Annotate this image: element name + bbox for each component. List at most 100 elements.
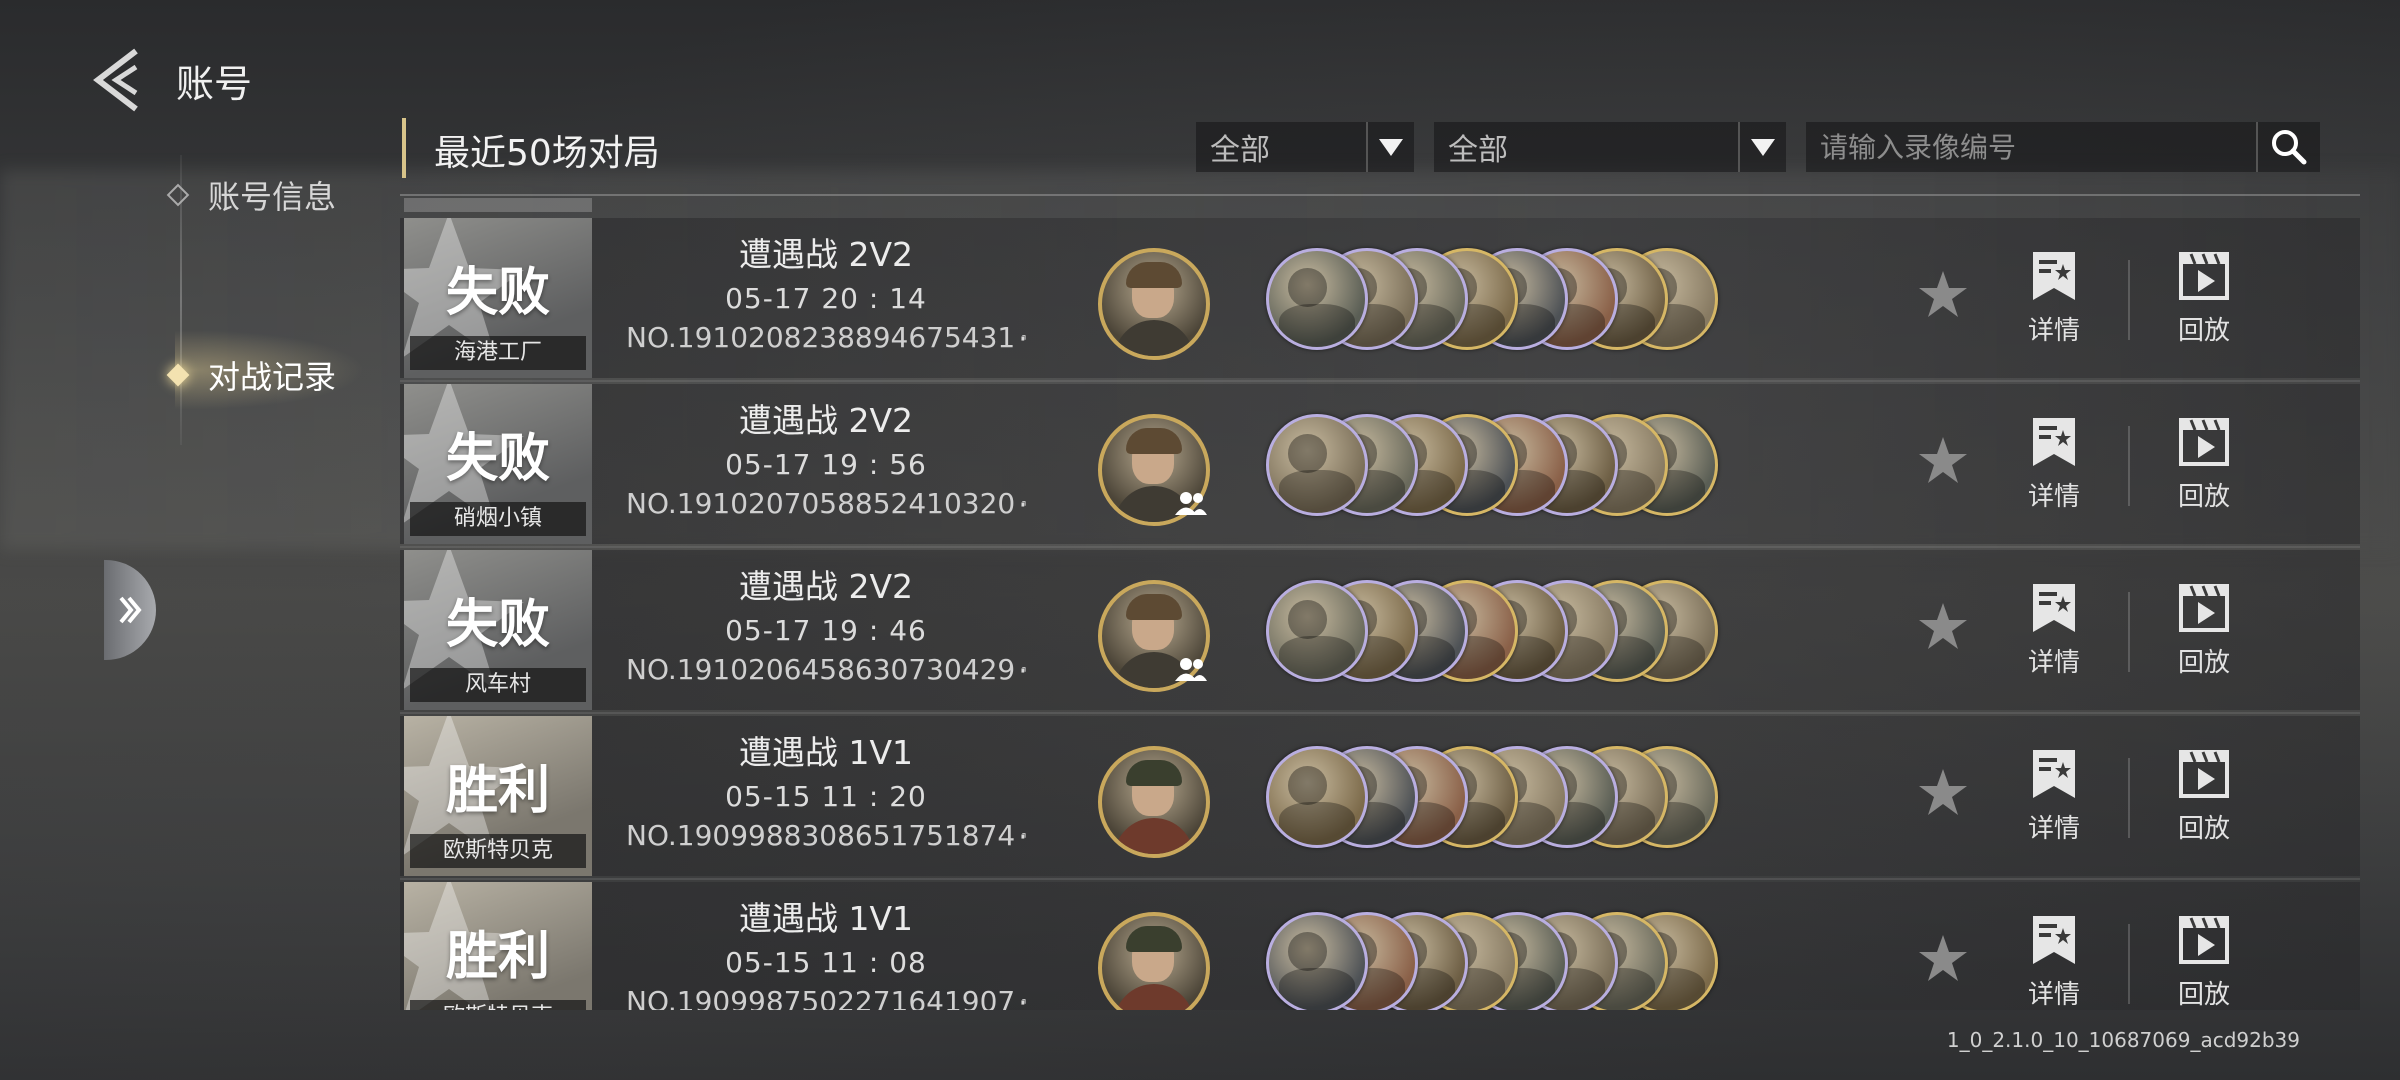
replay-button[interactable]: 回放 (2154, 582, 2254, 679)
diamond-icon (166, 183, 190, 207)
details-button[interactable]: 详情 (2004, 582, 2104, 679)
row-divider (400, 546, 2360, 548)
replay-number: NO.1910207058852410320 (626, 487, 1016, 520)
match-row[interactable]: 失败 风车村 遭遇战 2V2 05-17 19 : 46 NO.19102064… (400, 550, 2360, 714)
header-divider (400, 194, 2360, 196)
filter-select-value: 全部 (1210, 133, 1270, 168)
unit-deck (1266, 912, 1866, 1010)
sidebar-item-battle-records[interactable]: 对战记录 (166, 352, 337, 398)
replay-button[interactable]: 回放 (2154, 748, 2254, 845)
replay-id-input[interactable] (1806, 129, 2256, 165)
details-button[interactable]: 详情 (2004, 416, 2104, 513)
details-button[interactable]: 详情 (2004, 748, 2104, 845)
unit-deck (1266, 248, 1866, 352)
match-result: 失败 (445, 263, 550, 323)
unit-card-icon (1266, 912, 1368, 1010)
partial-row-stub (404, 198, 592, 212)
unit-deck (1266, 580, 1866, 684)
details-button[interactable]: 详情 (2004, 914, 2104, 1010)
replay-search (1806, 122, 2320, 172)
replay-label: 回放 (2177, 316, 2230, 346)
replay-number-row: NO.1909987502271641907 (626, 985, 1026, 1010)
replay-button[interactable]: 回放 (2154, 250, 2254, 347)
match-result: 失败 (445, 595, 550, 655)
commander-avatar[interactable] (1098, 746, 1210, 858)
copy-icon[interactable] (1021, 988, 1026, 1011)
match-row[interactable]: 失败 硝烟小镇 遭遇战 2V2 05-17 19 : 56 NO.1910207… (400, 384, 2360, 548)
details-label: 详情 (2027, 814, 2080, 844)
search-button[interactable] (2256, 122, 2320, 172)
commander-avatar[interactable] (1098, 248, 1210, 360)
row-divider (400, 878, 2360, 880)
dropdown-triangle-icon[interactable] (1738, 122, 1786, 172)
result-banner: 失败 风车村 (404, 550, 592, 710)
dropdown-triangle-icon[interactable] (1366, 122, 1414, 172)
favorite-star-icon[interactable] (1916, 268, 1970, 322)
unit-card-icon (1266, 580, 1368, 682)
details-button[interactable]: 详情 (2004, 250, 2104, 347)
match-list[interactable]: 失败 海港工厂 遭遇战 2V2 05-17 20 : 14 NO.1910208… (400, 218, 2360, 1010)
filter-select-1[interactable]: 全部 (1196, 122, 1414, 172)
team-icon (1175, 492, 1207, 515)
match-row[interactable]: 胜利 欧斯特贝克 遭遇战 1V1 05-15 11 : 20 NO.190998… (400, 716, 2360, 880)
team-icon (1175, 658, 1207, 681)
action-divider (2128, 260, 2130, 340)
replay-button[interactable]: 回放 (2154, 914, 2254, 1010)
match-time: 05-17 20 : 14 (725, 282, 927, 315)
replay-number-row: NO.1910207058852410320 (626, 487, 1026, 520)
match-info: 遭遇战 1V1 05-15 11 : 08 NO.190998750227164… (626, 892, 1026, 1010)
bookmark-star-icon (2033, 584, 2075, 632)
filter-select-2[interactable]: 全部 (1434, 122, 1786, 172)
match-history-panel: 最近50场对局 全部 全部 请输入录像编号 失败 海港工厂 遭遇战 2V2 05… (400, 110, 2360, 1010)
replay-film-icon (2179, 916, 2229, 964)
match-time: 05-17 19 : 56 (725, 448, 927, 481)
bookmark-star-icon (2033, 252, 2075, 300)
replay-number-row: NO.1910206458630730429 (626, 653, 1026, 686)
match-info: 遭遇战 1V1 05-15 11 : 20 NO.190998830865175… (626, 726, 1026, 852)
back-arrow-icon[interactable] (88, 45, 148, 115)
action-divider (2128, 426, 2130, 506)
replay-label: 回放 (2177, 814, 2230, 844)
replay-number: NO.1910206458630730429 (626, 653, 1016, 686)
favorite-star-icon[interactable] (1916, 600, 1970, 654)
version-label: 1_0_2.1.0_10_10687069_acd92b39 (1946, 1028, 2300, 1052)
favorite-star-icon[interactable] (1916, 932, 1970, 986)
match-mode: 遭遇战 1V1 (738, 733, 914, 772)
match-info: 遭遇战 2V2 05-17 19 : 56 NO.191020705885241… (626, 394, 1026, 520)
match-mode: 遭遇战 2V2 (738, 235, 914, 274)
copy-icon[interactable] (1021, 656, 1026, 684)
copy-icon[interactable] (1021, 324, 1026, 352)
expand-sidebar-button[interactable] (104, 560, 156, 660)
unit-deck (1266, 414, 1866, 518)
replay-number-row: NO.1910208238894675431 (626, 321, 1026, 354)
match-row[interactable]: 胜利 欧斯特贝克 遭遇战 1V1 05-15 11 : 08 NO.190998… (400, 882, 2360, 1010)
favorite-star-icon[interactable] (1916, 434, 1970, 488)
match-time: 05-15 11 : 20 (725, 780, 927, 813)
result-banner: 胜利 欧斯特贝克 (404, 882, 592, 1010)
result-banner: 失败 硝烟小镇 (404, 384, 592, 544)
header: 账号 (88, 40, 252, 120)
commander-avatar[interactable] (1098, 912, 1210, 1010)
match-result: 失败 (445, 429, 550, 489)
unit-deck (1266, 746, 1866, 850)
sidebar-item-label: 对战记录 (208, 358, 337, 396)
match-row[interactable]: 失败 海港工厂 遭遇战 2V2 05-17 20 : 14 NO.1910208… (400, 218, 2360, 382)
bookmark-star-icon (2033, 750, 2075, 798)
copy-icon[interactable] (1021, 822, 1026, 850)
replay-film-icon (2179, 418, 2229, 466)
unit-card-icon (1266, 248, 1368, 350)
map-name: 海港工厂 (410, 336, 586, 370)
action-divider (2128, 592, 2130, 672)
sidebar-item-account-info[interactable]: 账号信息 (166, 172, 336, 218)
details-label: 详情 (2027, 316, 2080, 346)
replay-label: 回放 (2177, 648, 2230, 678)
favorite-star-icon[interactable] (1916, 766, 1970, 820)
action-divider (2128, 924, 2130, 1004)
copy-icon[interactable] (1021, 490, 1026, 518)
replay-button[interactable]: 回放 (2154, 416, 2254, 513)
replay-film-icon (2179, 750, 2229, 798)
replay-number-row: NO.1909988308651751874 (626, 819, 1026, 852)
unit-card-icon (1266, 414, 1368, 516)
bookmark-star-icon (2033, 916, 2075, 964)
details-label: 详情 (2027, 482, 2080, 512)
